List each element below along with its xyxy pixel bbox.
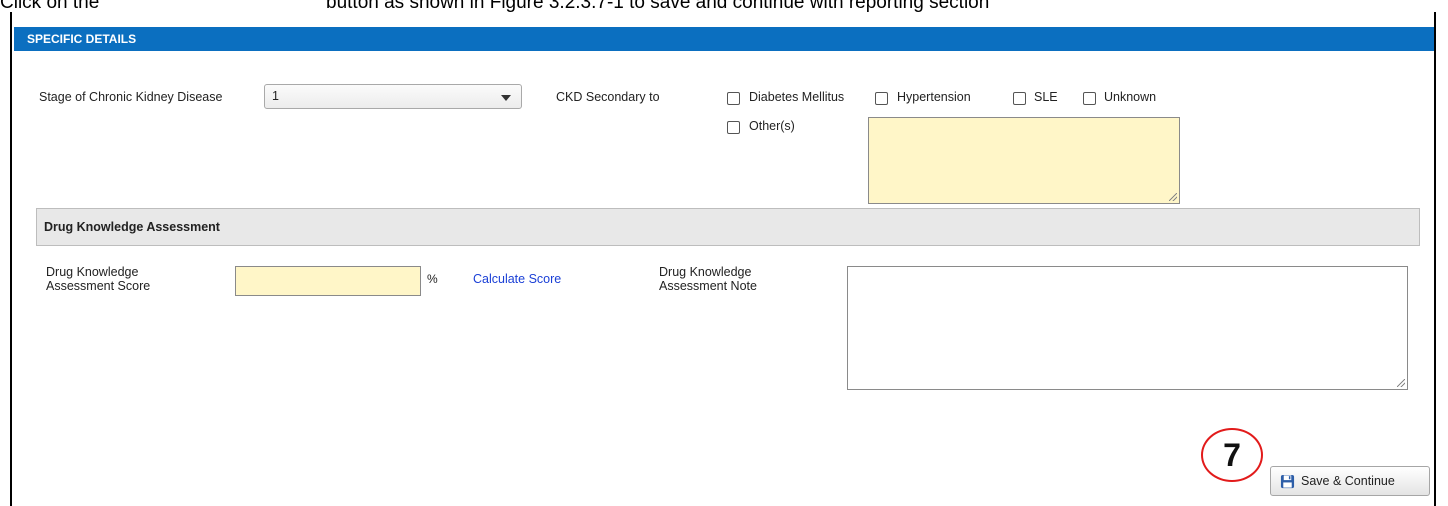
checkbox-hypertension[interactable] xyxy=(875,92,888,105)
step-callout: 7 xyxy=(1201,428,1263,482)
ckd-stage-label: Stage of Chronic Kidney Disease xyxy=(39,90,223,104)
save-button-label: Save & Continue xyxy=(1301,474,1395,488)
ckd-stage-select[interactable]: 1 xyxy=(264,84,522,109)
option-diabetes-mellitus-label: Diabetes Mellitus xyxy=(749,90,845,104)
calculate-score-link[interactable]: Calculate Score xyxy=(473,272,561,286)
resize-grip-icon[interactable] xyxy=(1169,193,1177,201)
option-hypertension-label: Hypertension xyxy=(897,90,971,104)
note-label-line2: Assessment Note xyxy=(659,279,757,293)
score-label-line1: Drug Knowledge xyxy=(46,265,139,279)
score-label-line2: Assessment Score xyxy=(46,279,151,293)
section-header: SPECIFIC DETAILS xyxy=(14,27,1434,51)
resize-grip-icon[interactable] xyxy=(1397,379,1405,387)
note-textarea[interactable] xyxy=(847,266,1408,390)
chevron-down-icon xyxy=(501,95,511,101)
option-unknown-label: Unknown xyxy=(1104,90,1157,104)
ckd-stage-value: 1 xyxy=(272,89,279,103)
option-others-label: Other(s) xyxy=(749,119,795,133)
drug-knowledge-section-header: Drug Knowledge Assessment xyxy=(36,208,1420,246)
score-label: Drug Knowledge Assessment Score xyxy=(46,265,150,293)
other-cause-textarea[interactable] xyxy=(868,117,1180,204)
floppy-disk-icon xyxy=(1280,474,1295,489)
checkbox-sle[interactable] xyxy=(1013,92,1026,105)
note-label-line1: Drug Knowledge xyxy=(659,265,752,279)
checkbox-diabetes-mellitus[interactable] xyxy=(727,92,740,105)
option-sle-label: SLE xyxy=(1034,90,1058,104)
note-label: Drug Knowledge Assessment Note xyxy=(659,265,757,293)
checkbox-unknown[interactable] xyxy=(1083,92,1096,105)
score-input[interactable] xyxy=(235,266,421,296)
save-and-continue-button[interactable]: Save & Continue xyxy=(1270,466,1430,496)
ckd-secondary-label: CKD Secondary to xyxy=(556,90,660,104)
percent-unit: % xyxy=(427,272,438,286)
checkbox-others[interactable] xyxy=(727,121,740,134)
